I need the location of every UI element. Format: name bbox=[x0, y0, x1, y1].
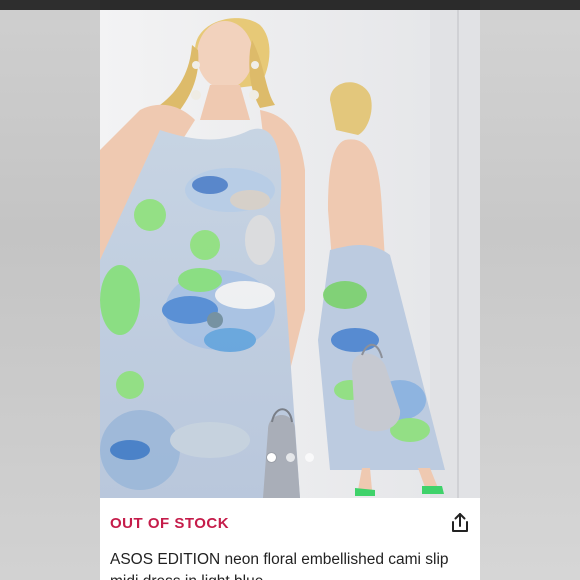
listing-title[interactable]: ASOS EDITION neon floral embellished cam… bbox=[110, 549, 470, 580]
stock-status-label: OUT OF STOCK bbox=[110, 515, 230, 532]
carousel-dot[interactable] bbox=[285, 453, 295, 462]
listing-card: OUT OF STOCK ASOS EDITION neon floral em… bbox=[100, 0, 480, 580]
product-photo[interactable] bbox=[100, 10, 480, 498]
carousel-dot[interactable] bbox=[304, 453, 314, 462]
carousel-indicator bbox=[100, 453, 480, 462]
share-icon[interactable] bbox=[448, 511, 472, 535]
background-left bbox=[0, 0, 100, 580]
top-bar bbox=[100, 0, 480, 10]
product-photo-illustration bbox=[100, 10, 480, 498]
background-right bbox=[480, 0, 580, 580]
carousel-dot[interactable] bbox=[266, 453, 276, 462]
